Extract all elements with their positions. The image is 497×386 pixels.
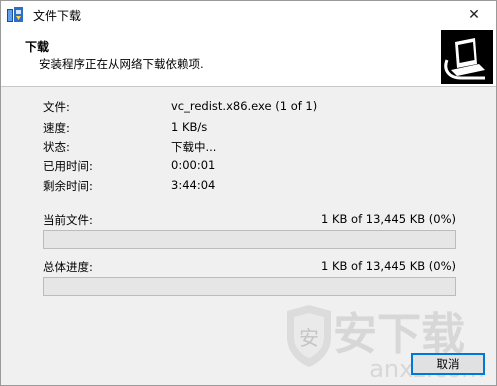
computer-network-logo-icon [441, 30, 493, 84]
current-file-progress-bar [43, 230, 456, 249]
info-row-status: 状态: 下载中... [43, 139, 463, 155]
total-progress-label: 总体进度: [43, 260, 93, 274]
header-panel: 下载 安装程序正在从网络下载依赖项. [1, 29, 496, 87]
download-dialog: 文件下载 ✕ 下载 安装程序正在从网络下载依赖项. 文件: vc_redist.… [0, 0, 497, 386]
elapsed-label: 已用时间: [43, 159, 93, 173]
speed-value: 1 KB/s [171, 120, 208, 134]
svg-text:安: 安 [299, 326, 319, 350]
close-icon[interactable]: ✕ [452, 1, 496, 29]
title-bar[interactable]: 文件下载 ✕ [1, 1, 496, 29]
info-row-file: 文件: vc_redist.x86.exe (1 of 1) [43, 99, 463, 115]
status-label: 状态: [43, 140, 70, 154]
file-label: 文件: [43, 100, 70, 114]
window-title: 文件下载 [33, 8, 82, 23]
page-title: 下载 [25, 40, 50, 54]
status-value: 下载中... [171, 140, 217, 154]
total-progress-status: 1 KB of 13,445 KB (0%) [321, 259, 456, 273]
remaining-value: 3:44:04 [171, 178, 216, 192]
info-row-speed: 速度: 1 KB/s [43, 120, 463, 136]
cancel-button[interactable]: 取消 [411, 353, 485, 375]
file-value: vc_redist.x86.exe (1 of 1) [171, 99, 318, 113]
elapsed-value: 0:00:01 [171, 158, 216, 172]
info-row-elapsed: 已用时间: 0:00:01 [43, 158, 463, 174]
page-subtitle: 安装程序正在从网络下载依赖项. [39, 57, 204, 71]
current-file-label: 当前文件: [43, 213, 93, 227]
speed-label: 速度: [43, 121, 70, 135]
remaining-label: 剩余时间: [43, 179, 93, 193]
total-progress-bar [43, 277, 456, 296]
current-file-status: 1 KB of 13,445 KB (0%) [321, 212, 456, 226]
info-row-remaining: 剩余时间: 3:44:04 [43, 178, 463, 194]
installer-app-icon [6, 6, 24, 24]
